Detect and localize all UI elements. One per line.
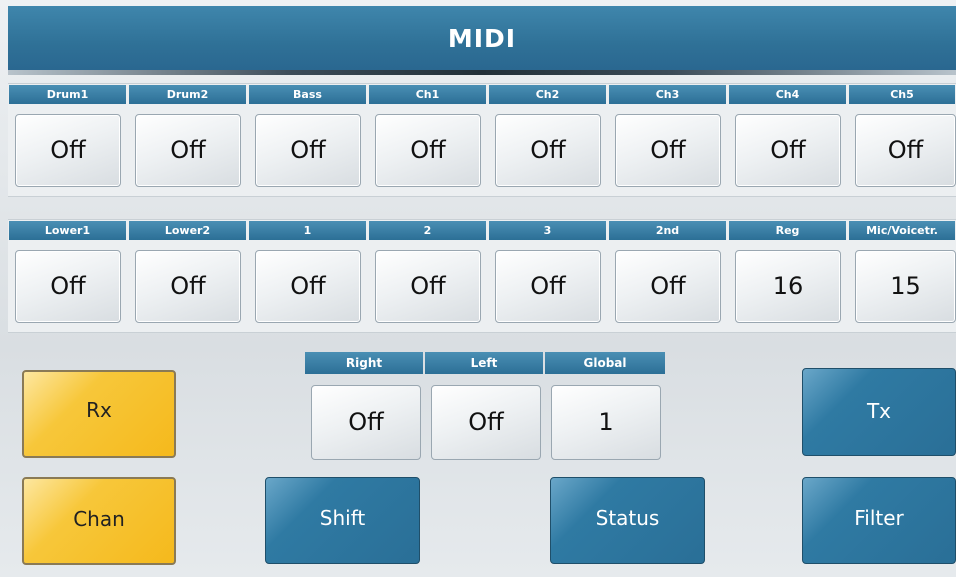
cell-label: Lower1	[9, 221, 126, 240]
value-button-lower1[interactable]: Off	[15, 250, 121, 323]
cell-label: Drum2	[129, 85, 246, 104]
value-button-bass[interactable]: Off	[255, 114, 361, 187]
cell-ch3: Ch3 Off	[608, 84, 727, 196]
value-button-2nd[interactable]: Off	[615, 250, 721, 323]
value-button-ch5[interactable]: Off	[855, 114, 956, 187]
label-global: Global	[545, 352, 665, 374]
rx-label: Rx	[86, 398, 112, 422]
chan-button[interactable]: Chan	[22, 477, 176, 565]
cell-label: Ch4	[729, 85, 846, 104]
cell-ch4: Ch4 Off	[728, 84, 847, 196]
value-button-mic-voicetr[interactable]: 15	[855, 250, 956, 323]
cell-label: Mic/Voicetr.	[849, 221, 955, 240]
cell-label: 2nd	[609, 221, 726, 240]
value-button-lower2[interactable]: Off	[135, 250, 241, 323]
page-title: MIDI	[447, 23, 517, 53]
filter-button[interactable]: Filter	[802, 477, 956, 564]
cell-label: Ch2	[489, 85, 606, 104]
value-button-reg[interactable]: 16	[735, 250, 841, 323]
rx-button[interactable]: Rx	[22, 370, 176, 458]
chan-label: Chan	[73, 507, 125, 531]
cell-drum2: Drum2 Off	[128, 84, 247, 196]
channel-row-2: Lower1 Off Lower2 Off 1 Off 2 Off 3 Off …	[8, 219, 956, 333]
label-left: Left	[425, 352, 543, 374]
cell-2: 2 Off	[368, 220, 487, 332]
cell-3: 3 Off	[488, 220, 607, 332]
value-button-3[interactable]: Off	[495, 250, 601, 323]
cell-ch2: Ch2 Off	[488, 84, 607, 196]
cell-label: Lower2	[129, 221, 246, 240]
value-button-ch3[interactable]: Off	[615, 114, 721, 187]
cell-label: Ch1	[369, 85, 486, 104]
tx-label: Tx	[866, 399, 892, 423]
shift-button[interactable]: Shift	[265, 477, 420, 564]
cell-lower2: Lower2 Off	[128, 220, 247, 332]
cell-1: 1 Off	[248, 220, 367, 332]
cell-ch1: Ch1 Off	[368, 84, 487, 196]
cell-mic-voicetr: Mic/Voicetr. 15	[848, 220, 956, 332]
shift-label: Shift	[319, 506, 366, 530]
value-button-ch2[interactable]: Off	[495, 114, 601, 187]
cell-label: Bass	[249, 85, 366, 104]
cell-label: Drum1	[9, 85, 126, 104]
status-label: Status	[595, 506, 660, 530]
cell-ch5: Ch5 Off	[848, 84, 956, 196]
cell-drum1: Drum1 Off	[8, 84, 127, 196]
cell-label: 2	[369, 221, 486, 240]
cell-bass: Bass Off	[248, 84, 367, 196]
value-button-ch4[interactable]: Off	[735, 114, 841, 187]
value-button-ch1[interactable]: Off	[375, 114, 481, 187]
value-button-right[interactable]: Off	[311, 385, 421, 460]
tx-button[interactable]: Tx	[802, 368, 956, 456]
cell-label: Ch5	[849, 85, 955, 104]
value-button-2[interactable]: Off	[375, 250, 481, 323]
cell-label: Ch3	[609, 85, 726, 104]
cell-label: 1	[249, 221, 366, 240]
value-button-global[interactable]: 1	[551, 385, 661, 460]
cell-2nd: 2nd Off	[608, 220, 727, 332]
cell-label: Reg	[729, 221, 846, 240]
cell-label: 3	[489, 221, 606, 240]
value-button-1[interactable]: Off	[255, 250, 361, 323]
title-divider	[8, 70, 956, 75]
filter-label: Filter	[854, 506, 904, 530]
value-button-drum2[interactable]: Off	[135, 114, 241, 187]
value-button-drum1[interactable]: Off	[15, 114, 121, 187]
label-right: Right	[305, 352, 423, 374]
cell-reg: Reg 16	[728, 220, 847, 332]
value-button-left[interactable]: Off	[431, 385, 541, 460]
channel-row-1: Drum1 Off Drum2 Off Bass Off Ch1 Off Ch2…	[8, 83, 956, 197]
status-button[interactable]: Status	[550, 477, 705, 564]
cell-lower1: Lower1 Off	[8, 220, 127, 332]
title-bar: MIDI	[8, 6, 956, 70]
